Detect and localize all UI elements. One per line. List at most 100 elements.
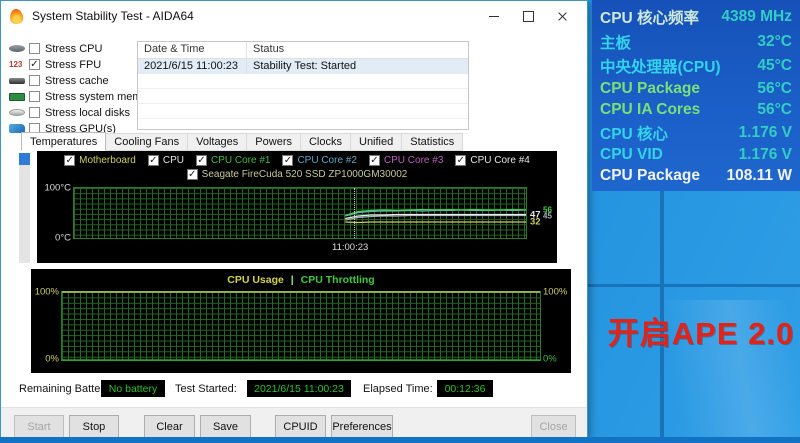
osd-panel: CPU 核心频率4389 MHz 主板32°C 中央处理器(CPU)45°C C…: [592, 0, 800, 191]
battery-value: No battery: [101, 380, 165, 397]
chart-legend-row1: ✓ Motherboard ✓ CPU ✓ CPU Core #1 ✓ CPU Core…: [37, 154, 557, 167]
osd-label: CPU IA Cores: [600, 101, 700, 119]
title-bar[interactable]: System Stability Test - AIDA64: [1, 1, 587, 31]
stress-disks-checkbox[interactable]: [29, 107, 40, 118]
disk-icon: [9, 109, 25, 116]
osd-label: 主板: [600, 31, 631, 53]
temperature-plot: [73, 187, 527, 239]
save-button[interactable]: Save: [200, 415, 251, 438]
minimize-button[interactable]: [477, 5, 511, 27]
cache-icon: [9, 78, 25, 84]
chart-scrollbar-thumb[interactable]: [19, 153, 30, 165]
osd-label: CPU VID: [600, 146, 663, 164]
legend-checkbox[interactable]: ✓: [148, 155, 159, 166]
series-end-value: 47: [530, 210, 541, 219]
taskbar[interactable]: [0, 437, 800, 443]
stress-option-cache: Stress cache: [9, 73, 135, 88]
legend-item-core2: ✓ CPU Core #2: [282, 155, 356, 166]
usage-left-top-label: 100%: [33, 287, 59, 298]
legend-item-cpu: ✓ CPU: [148, 155, 184, 166]
stop-button[interactable]: Stop: [69, 415, 119, 438]
column-header-status[interactable]: Status: [247, 42, 468, 58]
stress-cache-checkbox[interactable]: [29, 75, 40, 86]
tab-voltages[interactable]: Voltages: [188, 133, 247, 151]
overlay-annotation: 开启APE 2.0: [602, 308, 800, 353]
tab-clocks[interactable]: Clocks: [301, 133, 351, 151]
legend-checkbox[interactable]: ✓: [64, 155, 75, 166]
elapsed-time-label: Elapsed Time:: [363, 383, 433, 395]
stress-options-panel: Stress CPU 123 ✓ Stress FPU Stress cache…: [9, 41, 135, 137]
osd-row-cpu-package-power: CPU Package 108.11 W: [600, 167, 792, 185]
close-button[interactable]: [545, 5, 579, 27]
chart-scrollbar[interactable]: [19, 153, 30, 263]
y-axis-top-label: 100°C: [43, 183, 71, 194]
button-strip: Start Stop Clear Save CPUID Preferences …: [1, 407, 587, 438]
osd-value: 45°C: [757, 57, 792, 75]
chart-legend-row2: ✓ Seagate FireCuda 520 SSD ZP1000GM30002: [37, 168, 557, 181]
osd-row-cpu-vid: CPU VID 1.176 V: [600, 146, 792, 164]
preferences-button[interactable]: Preferences: [331, 415, 393, 438]
usage-plot: [61, 291, 541, 361]
usage-series-lines: [62, 292, 540, 360]
tab-statistics[interactable]: Statistics: [402, 133, 463, 151]
series-end-value: 56: [543, 205, 552, 214]
legend-label: Seagate FireCuda 520 SSD ZP1000GM30002: [202, 169, 408, 180]
stress-option-cpu: Stress CPU: [9, 41, 135, 56]
tab-powers[interactable]: Powers: [247, 133, 301, 151]
legend-item-motherboard: ✓ Motherboard: [64, 155, 136, 166]
usage-chart-title: CPU Usage | CPU Throttling: [31, 274, 571, 286]
start-button[interactable]: Start: [14, 415, 64, 438]
osd-row-cpu-ia-cores-temp: CPU IA Cores56°C: [600, 101, 792, 119]
usage-left-bottom-label: 0%: [33, 354, 59, 365]
legend-item-ssd: ✓ Seagate FireCuda 520 SSD ZP1000GM30002: [187, 169, 408, 180]
osd-label: CPU 核心频率: [600, 6, 699, 28]
table-empty-row: [138, 104, 468, 119]
legend-checkbox[interactable]: ✓: [187, 169, 198, 180]
legend-item-core3: ✓ CPU Core #3: [369, 155, 443, 166]
stress-option-fpu: 123 ✓ Stress FPU: [9, 57, 135, 72]
legend-label: Motherboard: [79, 155, 136, 166]
osd-row-cpu-temp: 中央处理器(CPU) 45°C: [600, 55, 792, 77]
maximize-button[interactable]: [511, 5, 545, 27]
stress-cpu-checkbox[interactable]: [29, 43, 40, 54]
osd-row-cpu-clock: CPU 核心频率 4389 MHz: [600, 6, 792, 28]
legend-label: CPU: [163, 155, 184, 166]
legend-checkbox[interactable]: ✓: [282, 155, 293, 166]
aida64-window: System Stability Test - AIDA64 Stress CP…: [0, 0, 588, 437]
legend-label: CPU Core #3: [384, 155, 443, 166]
osd-label: CPU Package: [600, 167, 700, 185]
stress-fpu-checkbox[interactable]: ✓: [29, 59, 40, 70]
usage-title-left: CPU Usage: [227, 274, 284, 286]
tab-unified[interactable]: Unified: [351, 133, 402, 151]
legend-label: CPU Core #2: [297, 155, 356, 166]
cpuid-button[interactable]: CPUID: [275, 415, 326, 438]
test-started-value: 2021/6/15 11:00:23: [247, 380, 351, 397]
osd-value: 1.176 V: [739, 146, 792, 164]
stress-fpu-label: Stress FPU: [45, 59, 101, 71]
usage-right-bottom-label: 0%: [543, 354, 569, 365]
legend-item-core1: ✓ CPU Core #1: [196, 155, 270, 166]
stress-cache-label: Stress cache: [45, 75, 109, 87]
tab-temperatures[interactable]: Temperatures: [21, 132, 106, 151]
temperature-end-values: 32454756: [530, 187, 558, 239]
tab-cooling-fans[interactable]: Cooling Fans: [106, 133, 188, 151]
legend-checkbox[interactable]: ✓: [455, 155, 466, 166]
legend-checkbox[interactable]: ✓: [369, 155, 380, 166]
legend-label: CPU Core #1: [211, 155, 270, 166]
stress-option-disks: Stress local disks: [9, 105, 135, 120]
x-axis-time-label: 11:00:23: [332, 242, 368, 253]
legend-label: CPU Core #4: [470, 155, 529, 166]
table-row[interactable]: 2021/6/15 11:00:23 Stability Test: Start…: [138, 59, 468, 74]
clear-button[interactable]: Clear: [144, 415, 195, 438]
legend-checkbox[interactable]: ✓: [196, 155, 207, 166]
column-header-datetime[interactable]: Date & Time: [138, 42, 247, 58]
stress-memory-checkbox[interactable]: [29, 91, 40, 102]
chart-tabs: Temperatures Cooling Fans Voltages Power…: [21, 133, 463, 152]
osd-value: 4389 MHz: [721, 8, 792, 26]
osd-value: 108.11 W: [727, 167, 793, 185]
osd-label: 中央处理器(CPU): [600, 55, 721, 77]
window-title: System Stability Test - AIDA64: [32, 9, 194, 23]
fpu-icon: 123: [9, 61, 25, 69]
temperature-chart: ✓Motherboard ✓CPU ✓CPU Core #1 ✓CPU Core…: [37, 151, 557, 263]
close-dialog-button[interactable]: Close: [531, 415, 576, 438]
